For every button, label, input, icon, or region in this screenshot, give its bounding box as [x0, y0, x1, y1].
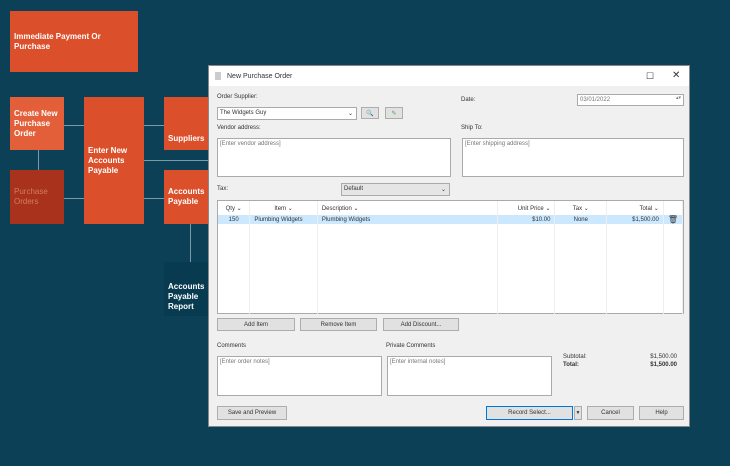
supplier-select[interactable]: The Widgets Guy ⌄: [217, 107, 357, 120]
connector: [38, 150, 39, 170]
private-comments-label: Private Comments: [386, 343, 436, 349]
connector: [144, 160, 208, 161]
document-icon: [215, 72, 221, 80]
table-row[interactable]: 150 Plumbing Widgets Plumbing Widgets $1…: [218, 215, 684, 224]
cancel-button[interactable]: Cancel: [587, 406, 634, 420]
total-value: $1,500.00: [650, 362, 677, 368]
total-label: Total:: [563, 362, 579, 368]
date-input[interactable]: 03/01/2022 ▴▾: [577, 94, 684, 106]
flow-immediate-payment: Immediate Payment Or Purchase: [10, 11, 138, 72]
cell-item: Plumbing Widgets: [249, 215, 318, 224]
cell-total: $1,500.00: [606, 215, 664, 224]
connector: [64, 198, 84, 199]
record-dropdown-button[interactable]: ▼: [574, 406, 582, 420]
connector: [190, 224, 191, 262]
ship-to-label: Ship To:: [461, 125, 483, 131]
connector: [144, 198, 164, 199]
record-select-button[interactable]: Record Select...: [486, 406, 573, 420]
add-item-button[interactable]: Add Item: [217, 318, 295, 331]
vendor-address-input[interactable]: [Enter vendor address]: [217, 138, 451, 177]
tax-select[interactable]: Default ⌄: [341, 183, 450, 196]
cell-description: Plumbing Widgets: [317, 215, 498, 224]
column-item[interactable]: Item ⌄: [249, 201, 318, 215]
flow-ap-report: Accounts Payable Report: [164, 262, 210, 316]
private-comments-input[interactable]: [Enter internal notes]: [387, 356, 552, 396]
search-supplier-button[interactable]: 🔍: [361, 107, 379, 119]
close-button[interactable]: ✕: [672, 70, 680, 81]
title-bar: New Purchase Order ☐ ✕: [209, 66, 689, 86]
subtotal-label: Subtotal:: [563, 354, 587, 360]
comments-label: Comments: [217, 343, 247, 349]
flow-purchase-orders: Purchase Orders: [10, 170, 64, 224]
add-discount-button[interactable]: Add Discount...: [383, 318, 459, 331]
flow-enter-ap: Enter New Accounts Payable: [84, 97, 144, 224]
comments-input[interactable]: [Enter order notes]: [217, 356, 382, 396]
vendor-address-label: Vendor address:: [217, 125, 261, 131]
line-items-table: Qty ⌄ Item ⌄ Description ⌄ Unit Price ⌄ …: [217, 200, 684, 314]
flow-accounts-payable: Accounts Payable: [164, 170, 214, 224]
connector: [64, 125, 84, 126]
column-total[interactable]: Total ⌄: [606, 201, 664, 215]
cell-qty: 150: [218, 215, 251, 224]
edit-supplier-button[interactable]: ✎: [385, 107, 403, 119]
remove-item-button[interactable]: Remove Item: [300, 318, 377, 331]
table-header: Qty ⌄ Item ⌄ Description ⌄ Unit Price ⌄ …: [218, 201, 684, 215]
subtotal-value: $1,500.00: [650, 354, 677, 360]
connector: [144, 125, 164, 126]
save-and-preview-button[interactable]: Save and Preview: [217, 406, 287, 420]
cell-unit-price: $10.00: [497, 215, 556, 224]
column-qty[interactable]: Qty ⌄: [218, 201, 251, 215]
column-tax[interactable]: Tax ⌄: [554, 201, 608, 215]
ship-to-input[interactable]: [Enter shipping address]: [462, 138, 684, 177]
flow-suppliers: Suppliers: [164, 97, 214, 150]
date-label: Date:: [461, 97, 476, 103]
maximize-button[interactable]: ☐: [646, 71, 654, 82]
flow-create-po: Create New Purchase Order: [10, 97, 64, 150]
order-supplier-label: Order Supplier:: [217, 94, 258, 100]
dialog-title: New Purchase Order: [227, 72, 293, 80]
cell-tax: None: [554, 215, 608, 224]
new-purchase-order-dialog: New Purchase Order ☐ ✕ Order Supplier: T…: [208, 65, 690, 427]
help-button[interactable]: Help: [639, 406, 684, 420]
delete-row-icon[interactable]: 🗑: [663, 215, 684, 224]
tax-label: Tax:: [217, 186, 229, 192]
column-unit-price[interactable]: Unit Price ⌄: [497, 201, 556, 215]
column-description[interactable]: Description ⌄: [317, 201, 498, 215]
